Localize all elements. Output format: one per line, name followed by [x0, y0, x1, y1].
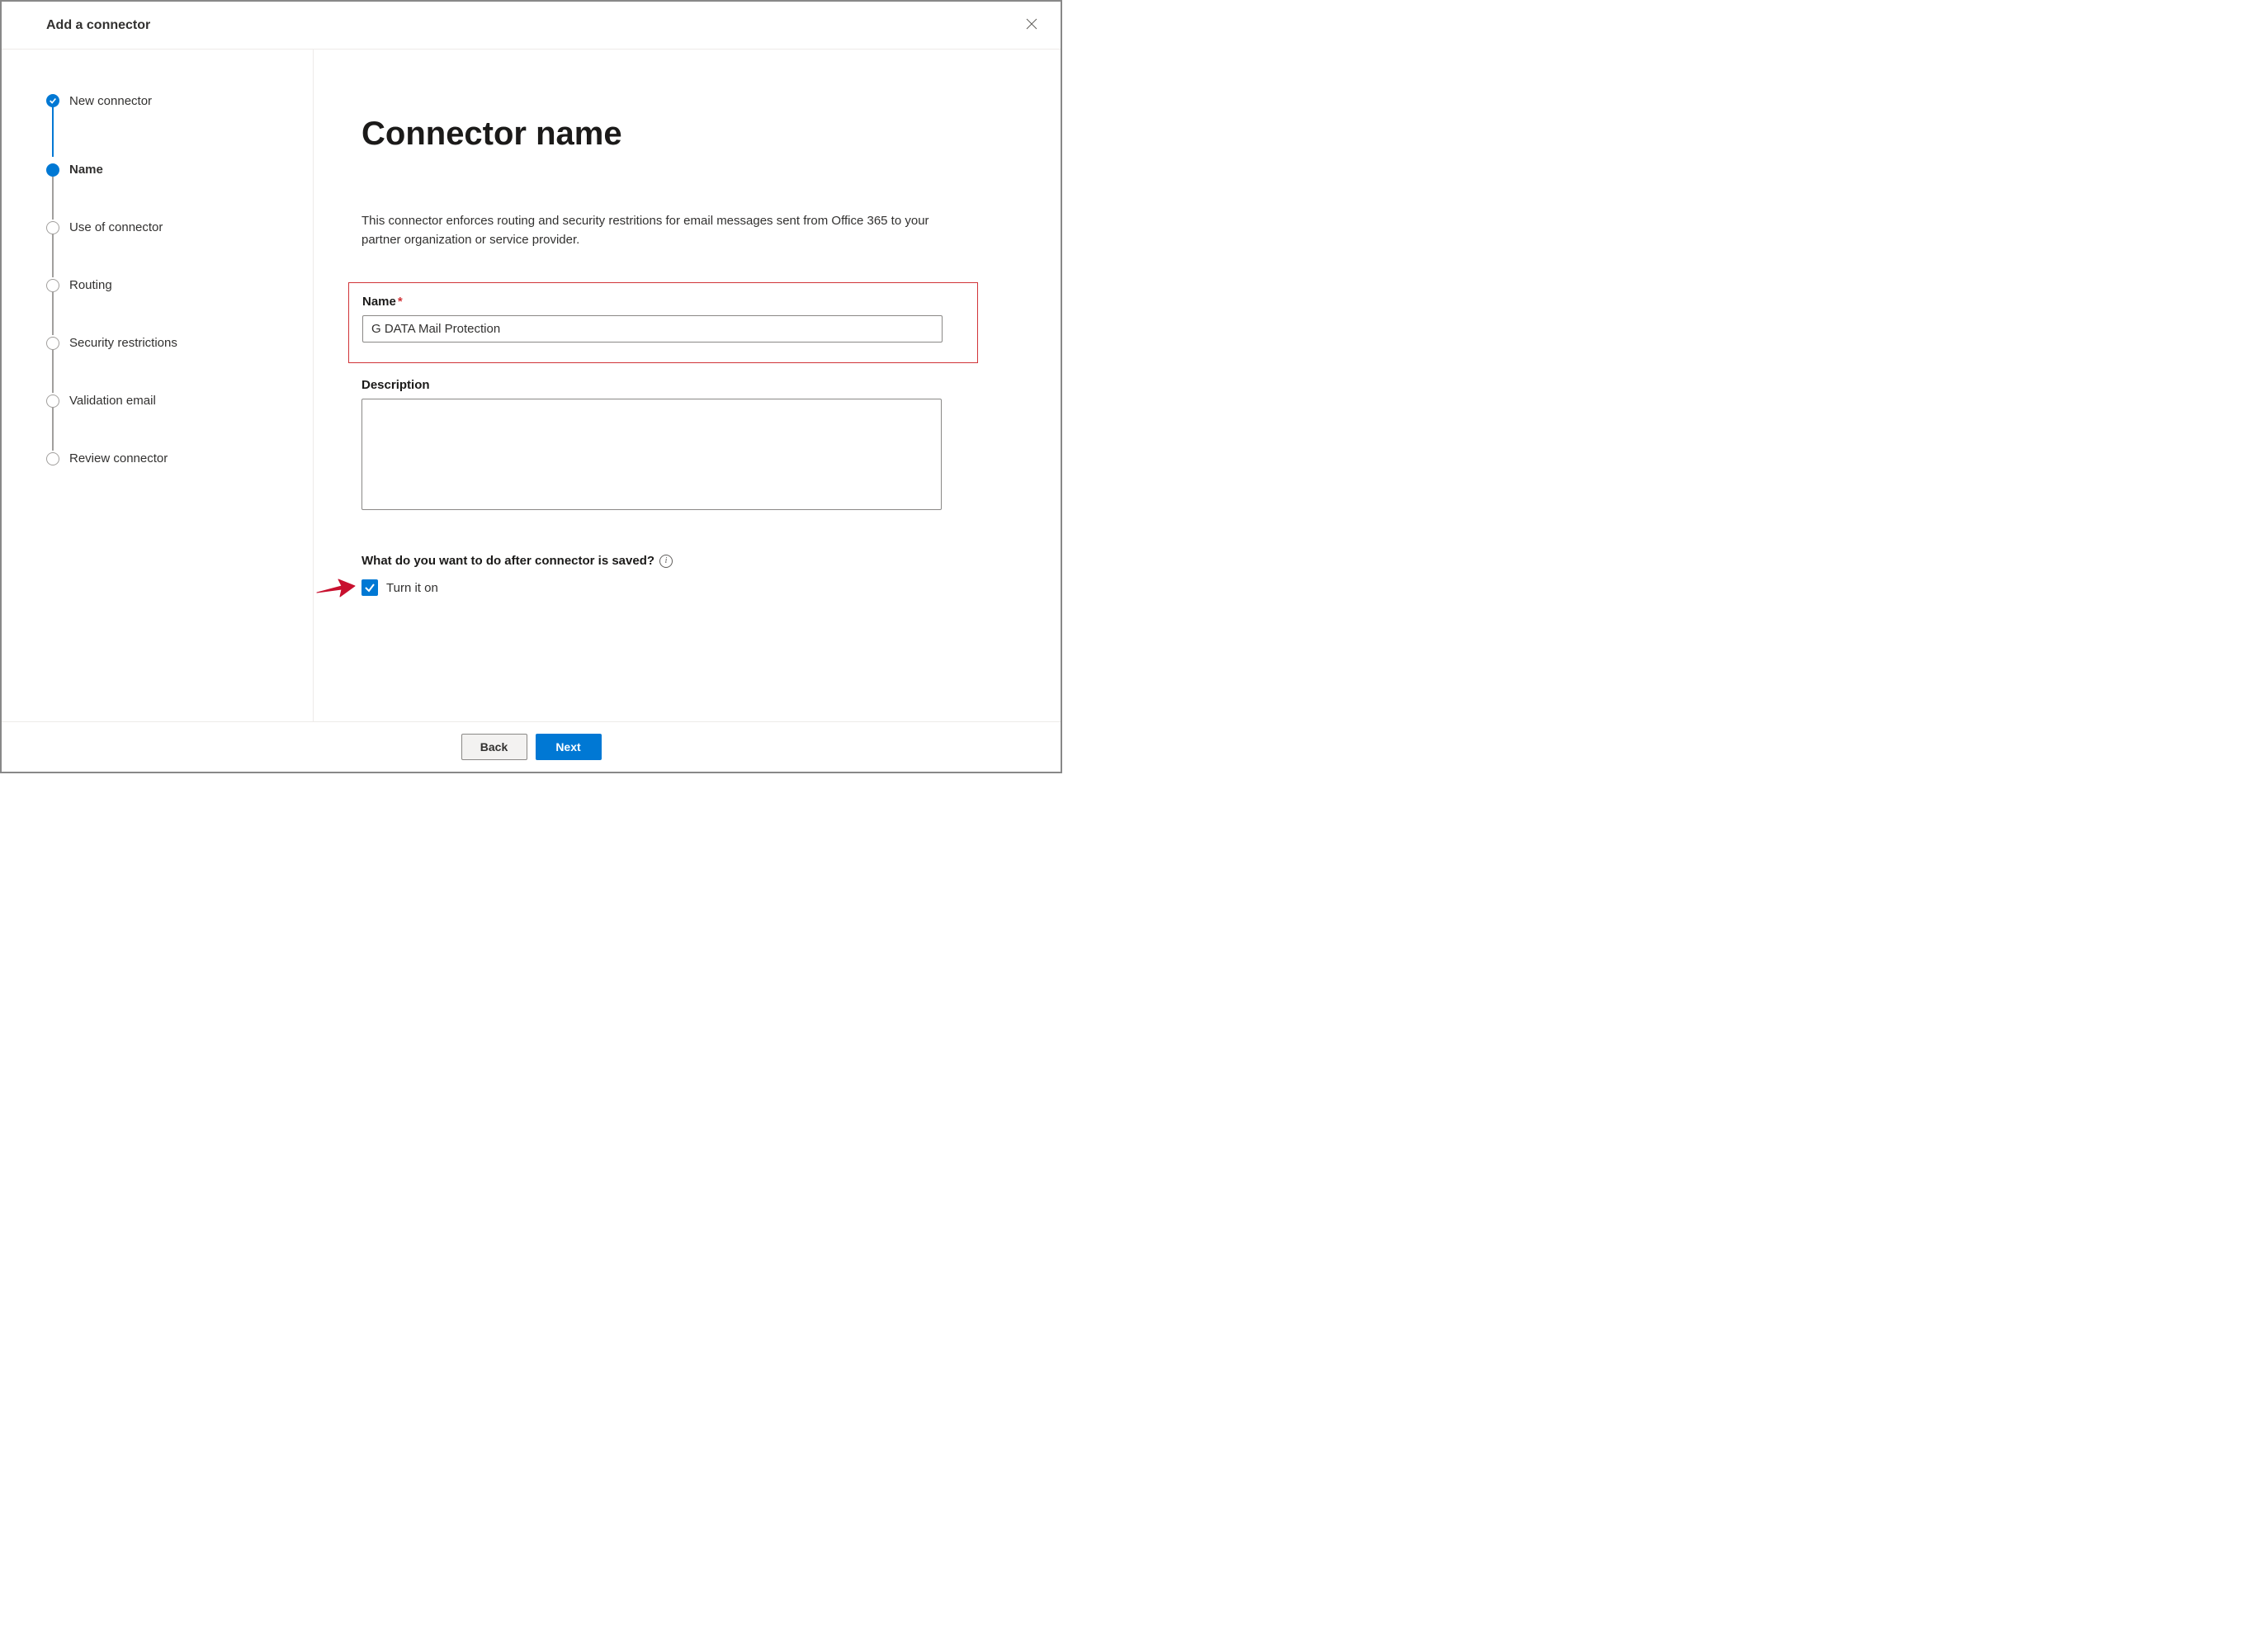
info-icon[interactable]: i — [659, 555, 673, 568]
step-connector — [52, 101, 54, 157]
required-star-icon: * — [398, 295, 403, 309]
main-content: Connector name This connector enforces r… — [314, 50, 1061, 721]
description-label: Description — [361, 378, 1003, 392]
step-label: Security restrictions — [69, 336, 177, 350]
back-button[interactable]: Back — [461, 734, 527, 760]
step-label: Name — [69, 163, 103, 177]
step-pending-icon — [46, 337, 59, 350]
close-button[interactable] — [1019, 13, 1044, 37]
name-label: Name* — [362, 295, 964, 309]
sidebar: New connector Name Use of connector Rout… — [2, 50, 314, 721]
turn-it-on-checkbox[interactable] — [361, 579, 378, 596]
step-label: Use of connector — [69, 220, 163, 234]
header-title: Add a connector — [46, 18, 150, 33]
step-connector — [52, 343, 54, 393]
step-routing[interactable]: Routing — [46, 234, 313, 292]
step-validation-email[interactable]: Validation email — [46, 350, 313, 408]
description-input[interactable] — [361, 399, 942, 510]
step-completed-icon — [46, 94, 59, 107]
after-save-question-row: What do you want to do after connector i… — [361, 554, 1003, 568]
step-connector — [52, 170, 54, 220]
step-pending-icon — [46, 221, 59, 234]
footer: Back Next — [2, 721, 1061, 772]
name-field-group: Name* — [362, 295, 964, 343]
after-save-question-label: What do you want to do after connector i… — [361, 554, 654, 568]
step-new-connector[interactable]: New connector — [46, 91, 313, 111]
header: Add a connector — [2, 2, 1061, 50]
step-pending-icon — [46, 279, 59, 292]
body: New connector Name Use of connector Rout… — [2, 50, 1061, 721]
step-active-icon — [46, 163, 59, 177]
wizard-container: Add a connector New connector Na — [0, 0, 1062, 773]
page-description: This connector enforces routing and secu… — [361, 212, 956, 249]
step-label: Validation email — [69, 394, 156, 408]
turn-it-on-row: Turn it on — [361, 579, 1003, 596]
name-input[interactable] — [362, 315, 943, 343]
step-connector — [52, 401, 54, 451]
step-list: New connector Name Use of connector Rout… — [46, 91, 313, 465]
turn-it-on-label: Turn it on — [386, 581, 438, 595]
step-label: Routing — [69, 278, 112, 292]
step-pending-icon — [46, 395, 59, 408]
step-use-of-connector[interactable]: Use of connector — [46, 177, 313, 234]
step-name[interactable]: Name — [46, 111, 313, 177]
step-connector — [52, 228, 54, 277]
step-connector — [52, 286, 54, 335]
close-icon — [1026, 17, 1037, 33]
step-label: Review connector — [69, 451, 168, 465]
arrow-annotation-icon — [315, 574, 357, 599]
name-highlight-box: Name* — [348, 282, 978, 363]
step-label: New connector — [69, 94, 152, 108]
name-label-text: Name — [362, 295, 396, 309]
step-pending-icon — [46, 452, 59, 465]
description-field-group: Description — [361, 378, 1003, 514]
step-review-connector[interactable]: Review connector — [46, 408, 313, 465]
page-title: Connector name — [361, 116, 1003, 153]
step-security-restrictions[interactable]: Security restrictions — [46, 292, 313, 350]
next-button[interactable]: Next — [536, 734, 602, 760]
